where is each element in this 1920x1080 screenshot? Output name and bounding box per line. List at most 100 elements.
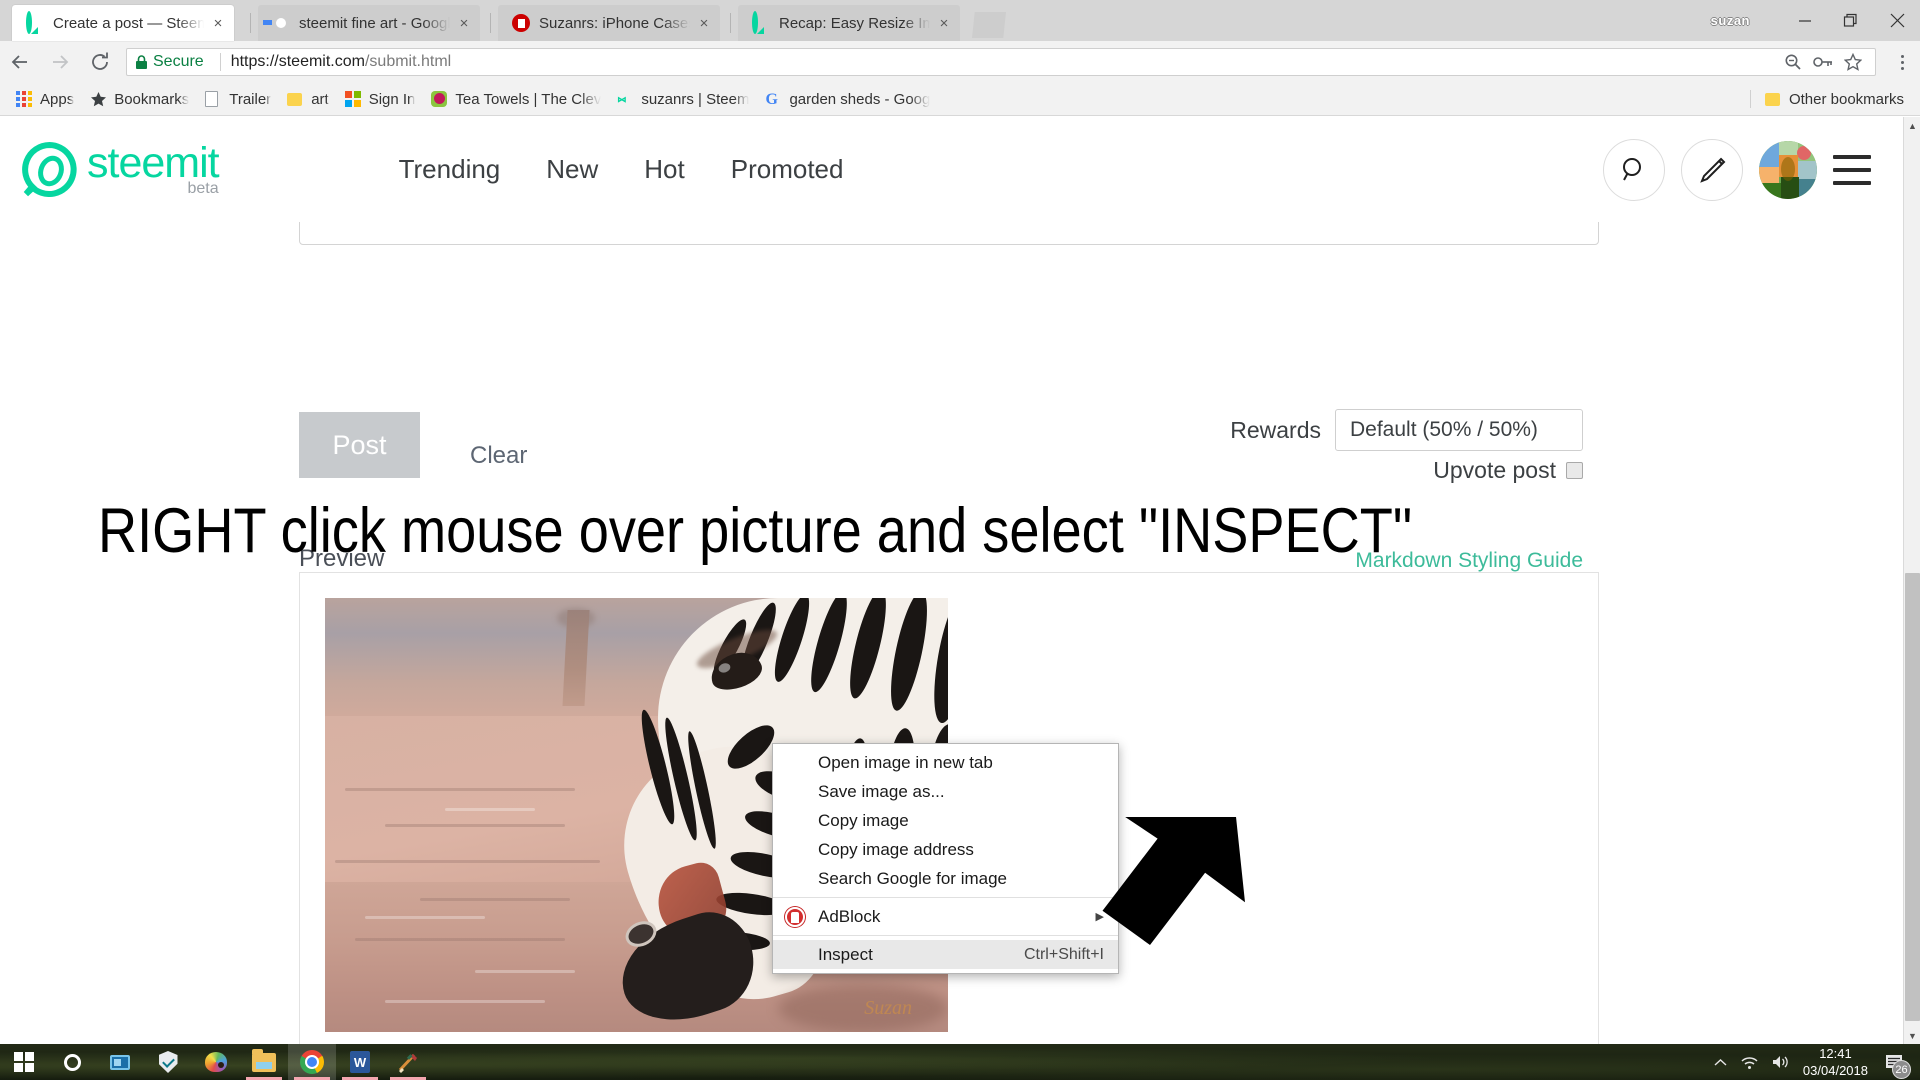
steemit-logo[interactable]: steemit beta [22, 141, 220, 197]
tab-close-icon[interactable]: × [694, 13, 714, 33]
annotation-top-text: RIGHT click mouse over picture and selec… [98, 496, 1413, 566]
other-bookmarks-label: Other bookmarks [1788, 90, 1904, 108]
bookmark-bookmarks[interactable]: Bookmarks [82, 88, 197, 111]
window-caption-controls: suzan [1705, 0, 1920, 41]
scroll-up-arrow[interactable]: ▲ [1904, 117, 1920, 134]
tab-title: steemit fine art - Google [299, 14, 450, 32]
nav-link-hot[interactable]: Hot [644, 154, 684, 185]
minimize-icon[interactable] [1782, 4, 1828, 37]
profile-name-chip[interactable]: suzan [1705, 11, 1756, 30]
user-avatar[interactable] [1759, 140, 1817, 199]
site-header: steemit beta Trending New Hot Promoted [0, 117, 1903, 222]
action-center-icon[interactable]: 26 [1880, 1048, 1911, 1079]
page-content: steemit beta Trending New Hot Promoted P… [0, 117, 1920, 1044]
steemit-logo-icon [22, 141, 77, 197]
rewards-select[interactable]: Default (50% / 50%) [1335, 409, 1583, 451]
reload-icon[interactable] [80, 42, 120, 82]
bookmark-garden-sheds[interactable]: G garden sheds - Goog [757, 88, 938, 111]
hamburger-menu-icon[interactable] [1833, 154, 1871, 185]
bookmark-tea-towels[interactable]: Tea Towels | The Clev [423, 88, 609, 111]
bookmark-suzanrs-steem[interactable]: ⑅ suzanrs | Steem [609, 88, 757, 111]
browser-tab-2[interactable]: Suzanrs: iPhone Cases & × [498, 5, 720, 41]
chevron-up-icon[interactable] [1713, 1057, 1728, 1068]
clear-button[interactable]: Clear [470, 442, 527, 470]
menu-item-label: Save image as... [818, 781, 945, 801]
steem-icon: ⑅ [617, 90, 627, 108]
close-icon[interactable] [1874, 4, 1920, 37]
url-text: https://steemit.com/submit.html [231, 53, 452, 71]
google-chrome-button[interactable] [288, 1044, 336, 1080]
menu-item-label: Copy image address [818, 839, 974, 859]
secure-lock-icon: Secure [135, 53, 204, 71]
browser-tab-0[interactable]: Create a post — Steemit × [12, 5, 234, 41]
speaker-icon[interactable] [1771, 1054, 1791, 1070]
microsoft-word-button[interactable]: W [336, 1044, 384, 1080]
search-icon[interactable] [1603, 138, 1665, 201]
browser-tab-3[interactable]: Recap: Easy Resize Image × [738, 5, 960, 41]
back-arrow-icon[interactable] [0, 42, 40, 82]
task-view-icon [110, 1054, 130, 1070]
task-view-button[interactable] [96, 1044, 144, 1080]
tab-divider [730, 13, 731, 33]
page-scrollbar[interactable]: ▲ ▼ [1903, 117, 1920, 1044]
clock-date: 03/04/2018 [1802, 1063, 1868, 1078]
pencil-icon[interactable] [1681, 138, 1743, 201]
bookmark-label: garden sheds - Goog [789, 90, 931, 108]
bookmark-art[interactable]: art [279, 88, 337, 111]
other-bookmarks-button[interactable]: Other bookmarks [1749, 88, 1912, 111]
key-icon[interactable] [1809, 48, 1837, 76]
bookmark-sign-in[interactable]: Sign In [337, 88, 424, 111]
post-button[interactable]: Post [299, 412, 420, 478]
url-origin: https://steemit.com [230, 53, 365, 70]
browser-tab-1[interactable]: steemit fine art - Google × [258, 5, 480, 41]
three-dot-menu-icon[interactable] [1884, 42, 1920, 82]
file-explorer-button[interactable] [240, 1044, 288, 1080]
bookmark-label: Bookmarks [114, 90, 190, 108]
nav-link-new[interactable]: New [546, 154, 598, 185]
header-actions [1603, 138, 1871, 201]
windows-defender-button[interactable] [144, 1044, 192, 1080]
system-tray: 12:41 03/04/2018 26 [1713, 1045, 1920, 1079]
tab-title: Suzanrs: iPhone Cases & [539, 14, 690, 32]
bookmark-label: Apps [40, 90, 75, 108]
bookmark-label: suzanrs | Steem [641, 90, 750, 108]
art-app-button[interactable] [384, 1044, 432, 1080]
bookmark-apps[interactable]: Apps [8, 88, 82, 111]
cortana-button[interactable] [48, 1044, 96, 1080]
nav-link-trending[interactable]: Trending [399, 154, 501, 185]
notification-count: 26 [1892, 1060, 1911, 1079]
bookmark-trailer[interactable]: Trailer [197, 88, 279, 111]
tab-close-icon[interactable]: × [934, 13, 954, 33]
taskbar-clock[interactable]: 12:41 03/04/2018 [1803, 1045, 1868, 1079]
wifi-icon[interactable] [1740, 1055, 1759, 1070]
upvote-label: Upvote post [1433, 457, 1556, 483]
menu-item-label: AdBlock [818, 906, 881, 926]
tab-close-icon[interactable]: × [454, 13, 474, 33]
rewards-label: Rewards [1230, 416, 1321, 443]
upvote-checkbox[interactable] [1566, 462, 1583, 479]
star-icon[interactable] [1839, 48, 1867, 76]
tab-close-icon[interactable]: × [208, 13, 228, 33]
chrome-icon [300, 1050, 324, 1074]
context-menu-item-open-image-in-new-tab[interactable]: Open image in new tab [773, 748, 1118, 777]
start-button[interactable] [0, 1044, 48, 1080]
menu-item-label: Open image in new tab [818, 752, 993, 772]
star-icon [90, 91, 107, 108]
scroll-down-arrow[interactable]: ▼ [1904, 1027, 1920, 1044]
page-viewport: steemit beta Trending New Hot Promoted P… [0, 117, 1920, 1044]
bookmark-label: Sign In [368, 90, 416, 108]
nav-link-promoted[interactable]: Promoted [731, 154, 844, 185]
scrollbar-thumb[interactable] [1905, 573, 1920, 1021]
paint-app-button[interactable] [192, 1044, 240, 1080]
palette-icon [205, 1052, 227, 1072]
context-menu-item-save-image-as[interactable]: Save image as... [773, 777, 1118, 806]
word-icon: W [350, 1051, 370, 1073]
bookmark-label: Tea Towels | The Clev [455, 90, 602, 108]
other-bookmarks[interactable]: Other bookmarks [1757, 88, 1912, 111]
bookmarks-divider [1749, 90, 1751, 108]
windows-taskbar: W 12:41 03/04/2018 26 [0, 1044, 1920, 1080]
address-bar[interactable]: Secure https://steemit.com/submit.html [126, 48, 1876, 76]
new-tab-button[interactable] [972, 12, 1006, 38]
zoom-magnifier-icon[interactable] [1779, 48, 1807, 76]
maximize-icon[interactable] [1828, 4, 1874, 37]
